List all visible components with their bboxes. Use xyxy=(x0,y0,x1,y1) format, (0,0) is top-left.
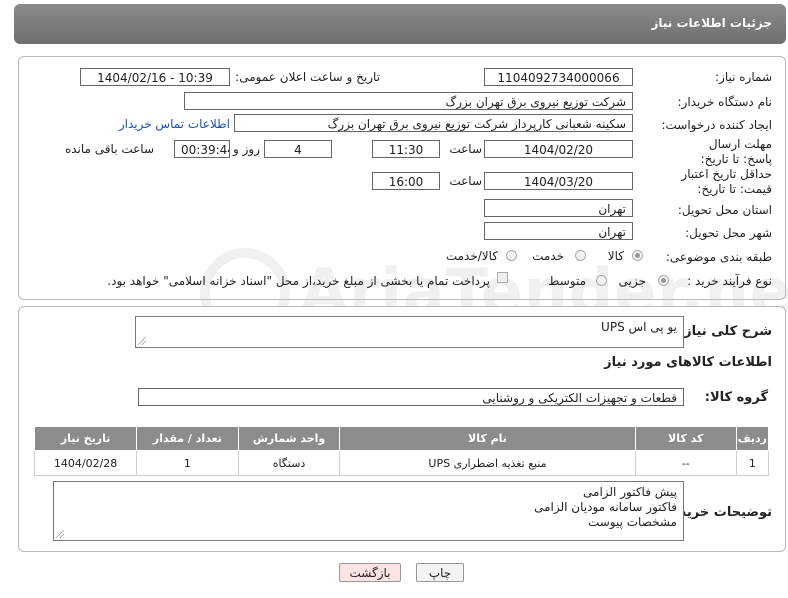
city-field: تهران xyxy=(484,222,633,240)
category-option-goods: کالا xyxy=(607,249,624,263)
goods-table: ردیف کد کالا نام کالا واحد شمارش تعداد /… xyxy=(33,426,770,476)
category-radio-goods-service[interactable] xyxy=(506,250,517,261)
back-button[interactable]: بازگشت xyxy=(339,563,401,582)
col-unit: واحد شمارش xyxy=(237,426,341,451)
province-label: استان محل تحویل: xyxy=(677,203,772,217)
col-date: تاریخ نیاز xyxy=(33,426,138,451)
deadline-time-label: ساعت xyxy=(449,142,482,156)
days-field: 4 xyxy=(264,140,332,158)
remaining-time-field: 00:39:44 xyxy=(174,140,230,158)
cell-qty: 1 xyxy=(136,450,239,476)
creator-label: ایجاد کننده درخواست: xyxy=(661,118,772,132)
col-qty: تعداد / مقدار xyxy=(136,426,239,451)
deadline-time-field: 11:30 xyxy=(372,140,440,158)
category-radio-goods[interactable] xyxy=(632,250,643,261)
buyer-note-line: مشخصات پیوست xyxy=(587,515,677,529)
validity-time-label: ساعت xyxy=(449,174,482,188)
process-radio-minor[interactable] xyxy=(658,275,669,286)
table-row: 1 -- منبع تغذیه اضطراری UPS دستگاه 1 140… xyxy=(33,450,770,476)
process-option-medium: متوسط xyxy=(548,274,586,288)
need-summary-label: شرح کلی نیاز: xyxy=(678,324,772,339)
cell-code: -- xyxy=(634,450,737,476)
treasury-payment-note: پرداخت تمام یا بخشی از مبلغ خرید،از محل … xyxy=(107,274,490,288)
buyer-note-line: فاکتور سامانه مودیان الزامی xyxy=(534,500,677,514)
col-code: کد کالا xyxy=(634,426,737,451)
announce-field: 1404/02/16 - 10:39 xyxy=(80,68,230,86)
days-label: روز و xyxy=(233,142,260,156)
category-radio-service[interactable] xyxy=(575,250,586,261)
cell-date: 1404/02/28 xyxy=(33,450,138,476)
col-name: نام کالا xyxy=(339,426,636,451)
buyer-notes-field: پیش فاکتور الزامی فاکتور سامانه مودیان ا… xyxy=(53,481,684,541)
buyer-note-line: پیش فاکتور الزامی xyxy=(583,485,677,499)
page-title: جزئیات اطلاعات نیاز xyxy=(651,16,772,30)
remaining-label: ساعت باقی مانده xyxy=(64,142,154,156)
goods-table-header: ردیف کد کالا نام کالا واحد شمارش تعداد /… xyxy=(33,426,770,451)
category-option-goods-service: کالا/خدمت xyxy=(445,249,498,263)
process-label: نوع فرآیند خرید : xyxy=(687,274,772,288)
treasury-payment-checkbox[interactable] xyxy=(497,272,508,283)
validity-time-field: 16:00 xyxy=(372,172,440,190)
province-field: تهران xyxy=(484,199,633,217)
need-number-label: شماره نیاز: xyxy=(715,70,772,84)
announce-label: تاریخ و ساعت اعلان عمومی: xyxy=(235,70,380,84)
goods-info-title: اطلاعات کالاهای مورد نیاز xyxy=(604,355,772,370)
page-header: جزئیات اطلاعات نیاز xyxy=(14,4,786,44)
col-row: ردیف xyxy=(735,426,770,451)
category-option-service: خدمت xyxy=(532,249,564,263)
process-option-minor: جزیی xyxy=(618,274,646,288)
buyer-contact-link[interactable]: اطلاعات تماس خریدار xyxy=(119,117,230,131)
goods-group-field: قطعات و تجهیزات الکتریکی و روشنایی xyxy=(138,388,684,406)
validity-label-text: حداقل تاریخ اعتبار قیمت: تا تاریخ: xyxy=(681,167,772,196)
cell-name: منبع تغذیه اضطراری UPS xyxy=(339,450,636,476)
process-radio-medium[interactable] xyxy=(596,275,607,286)
print-button[interactable]: چاپ xyxy=(416,563,464,582)
buyer-org-field: شرکت توزیع نیروی برق تهران بزرگ xyxy=(184,92,633,110)
cell-row: 1 xyxy=(735,450,770,476)
deadline-label: مهلت ارسال پاسخ: تا تاریخ: xyxy=(677,137,772,167)
creator-field: سکینه شعبانی کارپرداز شرکت توزیع نیروی ب… xyxy=(234,114,633,132)
city-label: شهر محل تحویل: xyxy=(685,226,772,240)
resize-grip-icon[interactable] xyxy=(138,337,146,345)
need-number-field: 1104092734000066 xyxy=(484,68,633,86)
resize-grip-icon[interactable] xyxy=(56,530,64,538)
goods-group-label: گروه کالا: xyxy=(704,390,768,405)
cell-unit: دستگاه xyxy=(237,450,341,476)
category-label: طبقه بندی موضوعی: xyxy=(665,250,772,264)
deadline-label-text: مهلت ارسال پاسخ: تا تاریخ: xyxy=(700,137,772,166)
buyer-org-label: نام دستگاه خریدار: xyxy=(677,95,773,109)
validity-label: حداقل تاریخ اعتبار قیمت: تا تاریخ: xyxy=(657,167,772,197)
need-summary-field: یو پی اس UPS xyxy=(135,316,684,348)
deadline-date-field: 1404/02/20 xyxy=(484,140,633,158)
need-summary-text: یو پی اس UPS xyxy=(601,320,677,334)
validity-date-field: 1404/03/20 xyxy=(484,172,633,190)
